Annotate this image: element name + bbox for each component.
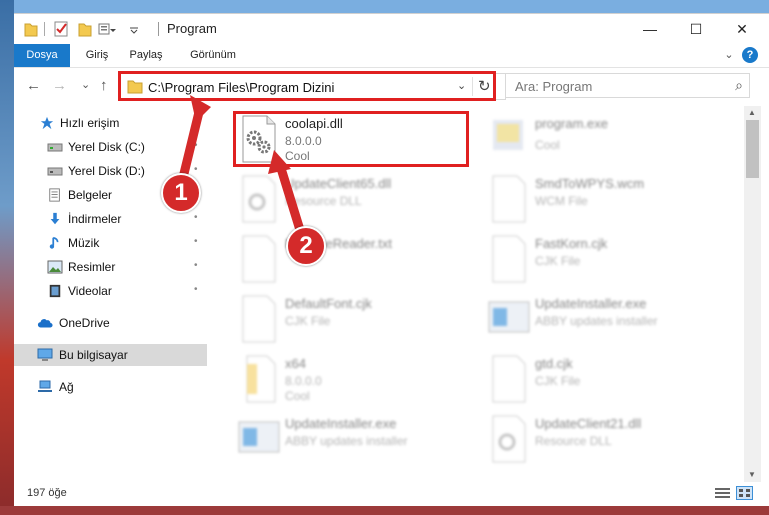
step-marker-1: 1 bbox=[161, 173, 201, 213]
annotation-arrows bbox=[175, 95, 309, 248]
step-marker-2: 2 bbox=[286, 226, 326, 266]
arrow-head bbox=[268, 150, 291, 174]
